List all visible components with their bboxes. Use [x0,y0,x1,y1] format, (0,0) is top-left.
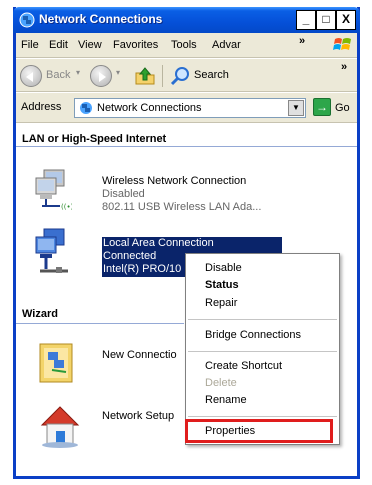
menu-item-bridge-connections[interactable]: Bridge Connections [186,329,339,341]
menu-advanced[interactable]: Advar [212,39,241,51]
menu-favorites[interactable]: Favorites [113,39,158,51]
menu-item-create-shortcut[interactable]: Create Shortcut [186,360,339,372]
wireless-network-computer-icon: ((•)) [35,169,72,210]
menu-overflow-chevron[interactable]: » [299,35,305,47]
section-divider [16,146,357,147]
search-button-label[interactable]: Search [194,69,229,81]
network-setup-wizard-item[interactable]: Network Setup [38,403,188,455]
new-connection-wizard-item[interactable]: New Connectio [38,342,188,394]
menu-file[interactable]: File [21,39,39,51]
maximize-button[interactable]: □ [316,10,336,30]
lan-computer-icon [35,228,68,273]
toolbar-separator [162,65,163,87]
go-button-label[interactable]: Go [335,102,350,114]
wizard-label: New Connectio [102,349,177,361]
address-input[interactable]: Network Connections ▼ [74,98,306,118]
menu-item-status[interactable]: Status [186,279,339,291]
folder-up-icon[interactable] [134,65,156,87]
connection-name: Wireless Network Connection [102,175,247,187]
context-menu: Disable Status Repair Bridge Connections… [185,253,340,445]
forward-arrow-icon[interactable] [90,65,112,87]
properties-highlight-box [185,419,333,443]
section-title: LAN or High-Speed Internet [22,133,167,145]
connection-status: Disabled [102,188,145,200]
standard-toolbar: Back ▾ ▾ Search » [16,59,357,92]
address-label: Address [21,101,62,113]
menu-item-disable[interactable]: Disable [186,262,339,274]
address-value: Network Connections [97,102,202,114]
svg-text:((•)): ((•)) [61,203,72,210]
section-wizard-header: Wizard [16,307,184,325]
wizard-label: Network Setup [102,410,175,422]
toolbar-overflow-chevron[interactable]: » [341,61,347,73]
menu-edit[interactable]: Edit [49,39,68,51]
minimize-button[interactable]: _ [296,10,316,30]
menu-separator [188,351,337,352]
section-divider [16,323,184,324]
connection-device: 802.11 USB Wireless LAN Ada... [102,201,262,213]
forward-dropdown-icon[interactable]: ▾ [116,68,120,77]
windows-flag-icon [333,38,351,50]
back-arrow-icon[interactable] [20,65,42,87]
home-network-icon [40,406,80,448]
go-arrow-icon[interactable]: → [313,98,331,116]
section-title: Wizard [22,308,58,320]
back-button-label[interactable]: Back [46,69,70,81]
address-dropdown-icon[interactable]: ▼ [288,100,304,116]
section-lan-header: LAN or High-Speed Internet [16,130,357,148]
menu-separator [188,416,337,417]
menu-item-rename[interactable]: Rename [186,394,339,406]
menu-bar: File Edit View Favorites Tools Advar » [16,33,357,58]
search-icon[interactable] [170,65,192,87]
title-bar[interactable]: Network Connections _ □ X [13,7,360,33]
back-dropdown-icon[interactable]: ▾ [76,68,80,77]
window-title: Network Connections [39,12,163,26]
menu-item-repair[interactable]: Repair [186,297,339,309]
menu-separator [188,319,337,320]
new-connection-wizard-icon [39,343,73,383]
menu-view[interactable]: View [78,39,102,51]
network-connections-icon [80,102,92,114]
menu-item-delete: Delete [205,377,237,389]
wireless-connection-item[interactable]: ((•)) Wireless Network Connection Disabl… [32,168,312,218]
network-connections-icon [19,12,35,28]
connection-name: Local Area Connection [103,237,214,249]
close-button[interactable]: X [336,10,356,30]
address-bar: Address Network Connections ▼ → Go [16,93,357,123]
menu-tools[interactable]: Tools [171,39,197,51]
